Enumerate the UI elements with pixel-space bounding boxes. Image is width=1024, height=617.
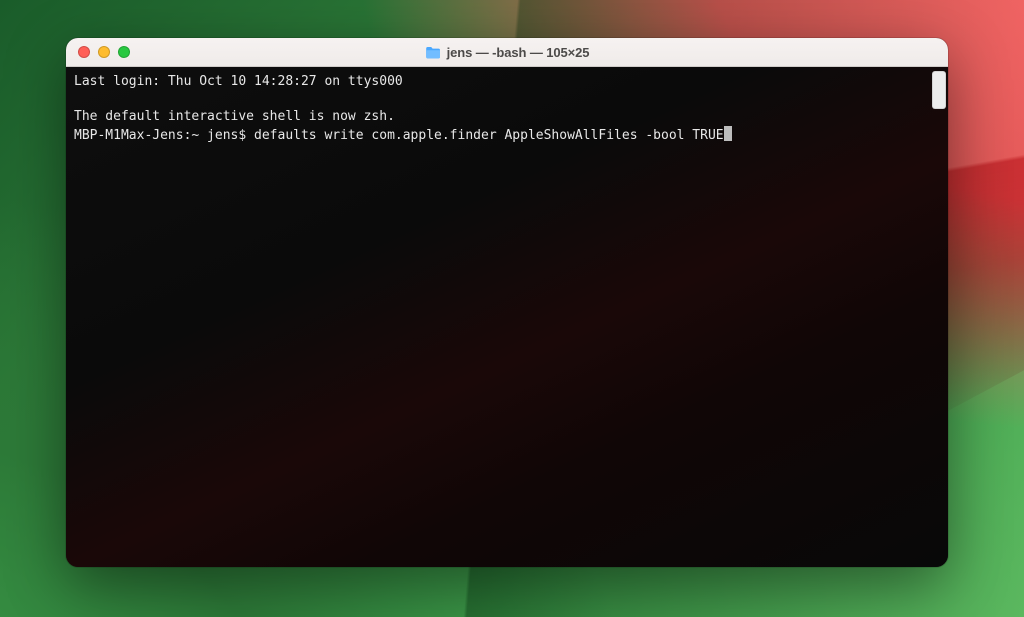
terminal-prompt: MBP-M1Max-Jens:~ jens$ <box>74 128 254 143</box>
terminal-cursor <box>724 126 732 141</box>
terminal-blank-line <box>74 91 942 109</box>
terminal-window: jens — -bash — 105×25 Last login: Thu Oc… <box>66 38 948 567</box>
close-button[interactable] <box>78 46 90 58</box>
minimize-button[interactable] <box>98 46 110 58</box>
folder-icon <box>425 46 441 59</box>
zoom-button[interactable] <box>118 46 130 58</box>
traffic-lights <box>66 46 130 58</box>
terminal-prompt-line: MBP-M1Max-Jens:~ jens$ defaults write co… <box>74 126 942 145</box>
terminal-output-line: Last login: Thu Oct 10 14:28:27 on ttys0… <box>74 73 942 91</box>
terminal-command: defaults write com.apple.finder AppleSho… <box>254 128 724 143</box>
terminal-output-line: The default interactive shell is now zsh… <box>74 108 942 126</box>
window-title: jens — -bash — 105×25 <box>66 45 948 60</box>
scrollbar-thumb[interactable] <box>932 71 946 109</box>
window-titlebar[interactable]: jens — -bash — 105×25 <box>66 38 948 67</box>
terminal-body[interactable]: Last login: Thu Oct 10 14:28:27 on ttys0… <box>66 67 948 567</box>
window-title-text: jens — -bash — 105×25 <box>447 45 590 60</box>
